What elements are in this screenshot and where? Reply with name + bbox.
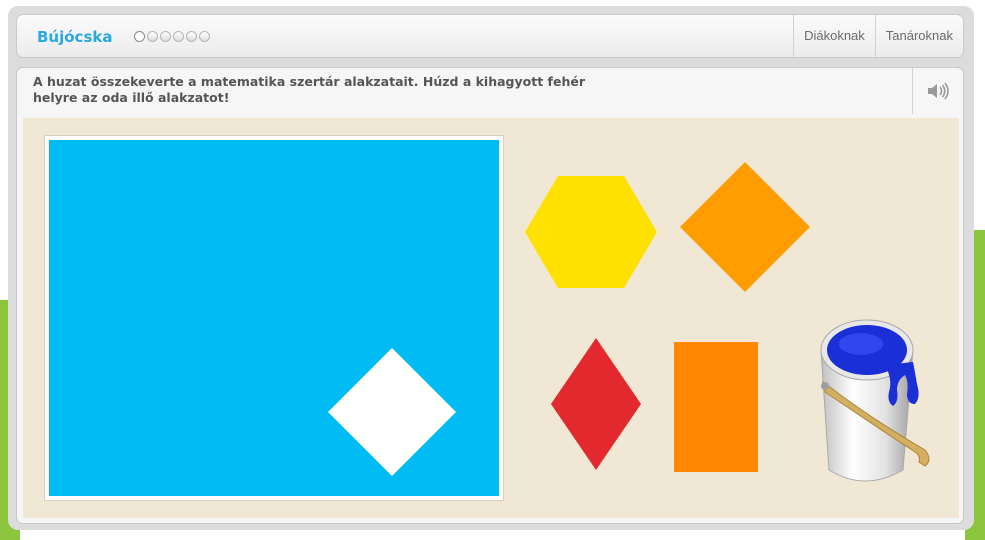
progress-indicator bbox=[134, 31, 210, 42]
progress-dot bbox=[134, 31, 145, 42]
orange-rectangle[interactable] bbox=[673, 341, 759, 473]
play-area bbox=[23, 118, 959, 518]
progress-dot bbox=[186, 31, 197, 42]
progress-dot bbox=[147, 31, 158, 42]
nav-link-students[interactable]: Diákoknak bbox=[793, 15, 875, 57]
orange-diamond[interactable] bbox=[678, 160, 812, 294]
progress-dot bbox=[160, 31, 171, 42]
progress-dot bbox=[199, 31, 210, 42]
app-title: Bújócska bbox=[37, 28, 113, 46]
red-rhombus[interactable] bbox=[549, 336, 643, 472]
drop-hole-diamond[interactable] bbox=[328, 348, 456, 476]
header-bar: Bújócska Diákoknak Tanároknak bbox=[16, 14, 964, 58]
task-panel: A huzat összekeverte a matematika szertá… bbox=[16, 67, 964, 524]
target-board[interactable] bbox=[45, 136, 503, 500]
paint-bucket-icon bbox=[820, 319, 930, 482]
nav-link-teachers[interactable]: Tanároknak bbox=[874, 15, 963, 57]
speaker-icon bbox=[928, 82, 949, 100]
yellow-hexagon[interactable] bbox=[523, 173, 659, 291]
progress-dot bbox=[173, 31, 184, 42]
sound-button[interactable] bbox=[912, 68, 963, 114]
task-instruction: A huzat összekeverte a matematika szertá… bbox=[33, 74, 585, 105]
header-nav: Diákoknak Tanároknak bbox=[793, 15, 963, 57]
